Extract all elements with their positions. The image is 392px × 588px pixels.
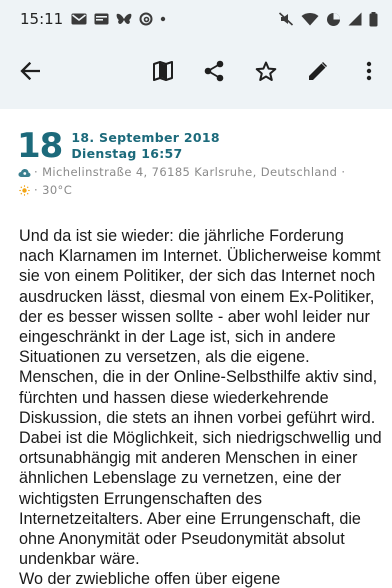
entry-weather-row: · 30°C [17,183,72,197]
share-icon [204,60,224,87]
gmail-icon [71,13,87,25]
system-icons [278,11,378,27]
star-icon [255,61,277,87]
entry-day-number: 18 [17,126,63,166]
arrow-left-icon [20,61,41,85]
email-icon [94,13,109,25]
entry-date-header[interactable]: 18 18. September 2018 Dienstag 16:57 [17,127,220,165]
journal-entry: 18 18. September 2018 Dienstag 16:57 · M… [0,109,392,588]
entry-weekday-time: Dienstag 16:57 [71,146,183,161]
more-options-button[interactable] [351,56,387,92]
entry-temperature: · 30°C [34,183,73,197]
map-icon [153,61,173,86]
share-button[interactable] [196,56,232,92]
sun-icon [17,184,31,196]
threads-icon [139,12,153,26]
dot-icon [160,16,166,22]
entry-date: 18. September 2018 [71,130,220,145]
battery-icon [369,11,378,27]
entry-date-text: 18. September 2018 Dienstag 16:57 [71,130,220,162]
edit-icon [308,61,328,86]
map-button[interactable] [145,56,181,92]
entry-body-text[interactable]: Und da ist sie wieder: die jährliche For… [19,226,383,588]
status-bar: 15:11 [0,0,392,38]
edit-button[interactable] [300,56,336,92]
bluesky-icon [116,13,132,26]
signal-icon [348,12,362,26]
entry-location-row[interactable]: · Michelinstraße 4, 76185 Karlsruhe, Deu… [17,165,345,179]
favorite-button[interactable] [248,56,284,92]
cloud-sun-icon [17,166,31,178]
mute-icon [278,11,294,27]
data-saver-icon [326,12,341,27]
wifi-icon [301,12,319,26]
entry-location: · Michelinstraße 4, 76185 Karlsruhe, Deu… [34,165,346,179]
more-vert-icon [366,61,372,86]
status-time: 15:11 [20,10,64,28]
back-button[interactable] [12,56,48,92]
app-bar [0,38,392,109]
